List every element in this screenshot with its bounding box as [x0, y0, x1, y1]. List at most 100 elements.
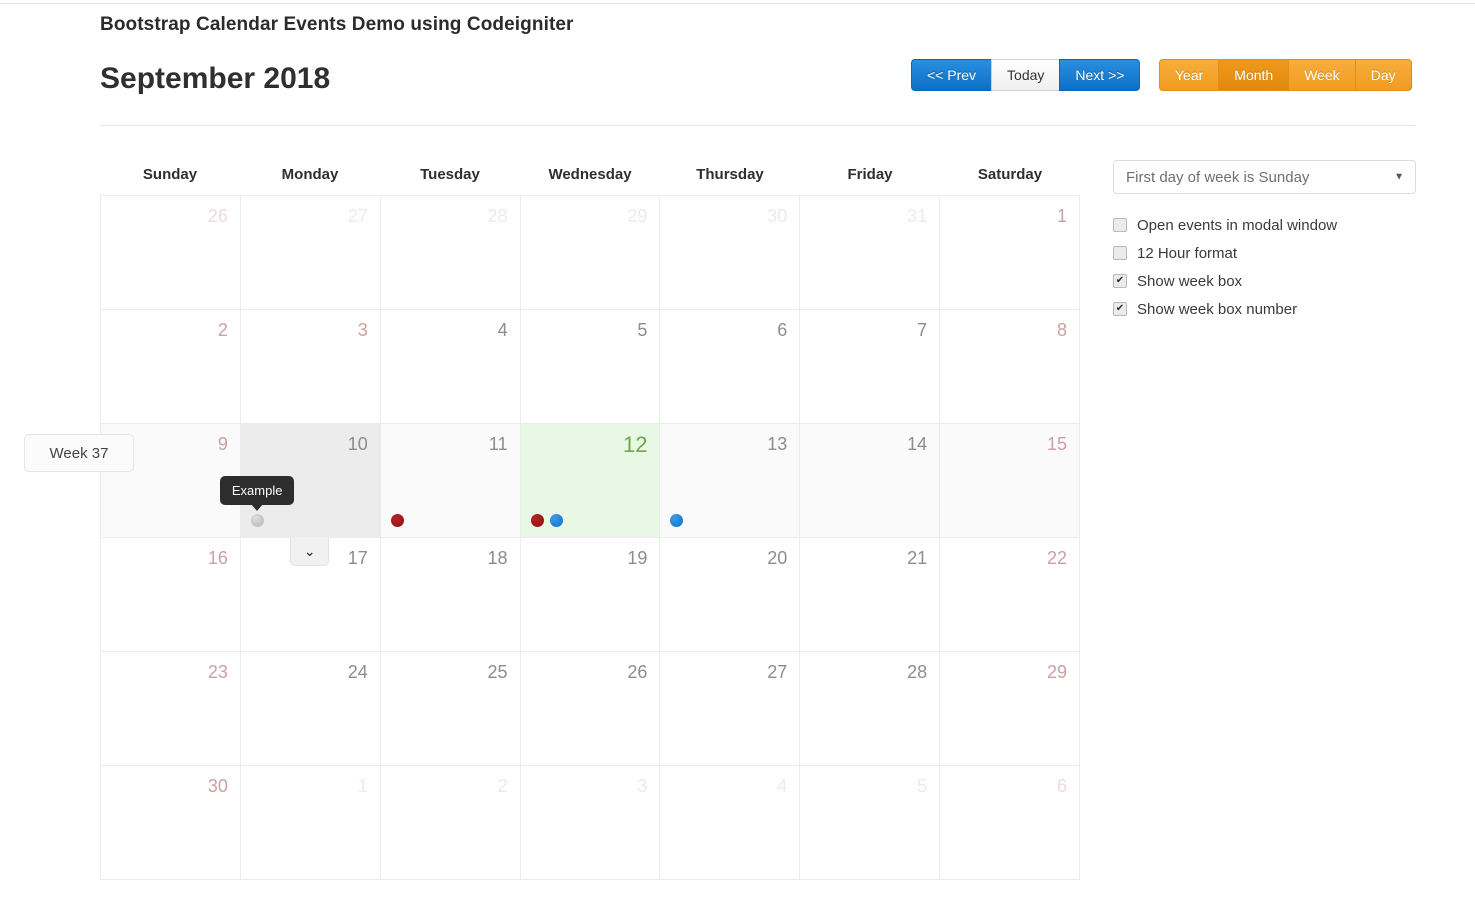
calendar-day-cell[interactable]: 12 — [520, 424, 661, 538]
calendar-day-cell[interactable]: 29 — [520, 196, 661, 310]
day-number: 25 — [487, 662, 508, 682]
calendar-day-cell[interactable]: 31 — [800, 196, 941, 310]
day-number: 1 — [1057, 206, 1068, 226]
calendar-week-row: Week 37 9 10 Example ⌄ 11 12 13 14 15 — [24, 424, 1081, 566]
calendar-day-cell[interactable]: 2 — [101, 310, 241, 424]
day-number: 8 — [1057, 320, 1068, 340]
event-tooltip: Example — [219, 476, 295, 511]
calendar-day-cell[interactable]: 15 — [940, 424, 1081, 538]
checkbox-checked-icon[interactable] — [1113, 274, 1127, 288]
view-month-button[interactable]: Month — [1218, 59, 1289, 91]
day-number: 15 — [1046, 434, 1068, 454]
calendar-day-cell[interactable]: 2 — [380, 766, 521, 880]
next-button[interactable]: Next >> — [1059, 59, 1141, 91]
calendar-day-cell[interactable]: 1 — [940, 196, 1081, 310]
day-number: 31 — [907, 206, 928, 226]
settings-option-row[interactable]: 12 Hour format — [1113, 239, 1418, 267]
settings-option-row[interactable]: Show week box — [1113, 267, 1418, 295]
calendar-day-cell[interactable]: 25 — [380, 652, 521, 766]
day-number: 24 — [347, 662, 368, 682]
calendar-day-cell[interactable]: 30 — [101, 766, 241, 880]
calendar-day-cell[interactable]: 16 — [101, 538, 241, 652]
day-expand-chevron-down-icon[interactable]: ⌄ — [290, 537, 330, 566]
day-number: 1 — [357, 776, 368, 796]
calendar-day-cell[interactable]: 13 — [660, 424, 801, 538]
first-day-of-week-value: First day of week is Sunday — [1126, 168, 1310, 186]
calendar-week-row: 26 27 28 29 30 31 1 — [101, 196, 1081, 310]
day-number: 2 — [217, 320, 228, 340]
day-number: 12 — [622, 432, 648, 457]
top-divider — [0, 3, 1475, 4]
day-number: 27 — [347, 206, 368, 226]
calendar-day-cell[interactable]: 18 — [380, 538, 521, 652]
calendar-day-cell[interactable]: 10 Example ⌄ — [219, 424, 381, 566]
calendar-day-cell[interactable]: 4 — [380, 310, 521, 424]
event-dot-red[interactable] — [530, 514, 544, 527]
first-day-of-week-select[interactable]: First day of week is Sunday ▼ — [1113, 160, 1416, 194]
calendar-grid: 26 27 28 29 30 31 1 2 3 4 5 6 7 8 Week 37 9 10 Example ⌄ 11… — [24, 195, 1081, 880]
calendar-week-row: 16 17 18 19 20 21 22 — [101, 538, 1081, 652]
today-button[interactable]: Today — [991, 59, 1060, 91]
calendar-day-cell[interactable]: 3 — [240, 310, 381, 424]
calendar-day-cell[interactable]: 11 — [380, 424, 521, 538]
day-number: 20 — [767, 548, 788, 568]
checkbox-checked-icon[interactable] — [1113, 302, 1127, 316]
calendar-day-cell[interactable]: 14 — [800, 424, 941, 538]
checkbox-unchecked-icon[interactable] — [1113, 246, 1127, 260]
day-number: 5 — [637, 320, 648, 340]
view-year-button[interactable]: Year — [1159, 59, 1219, 91]
event-dot-blue[interactable] — [670, 514, 684, 527]
day-number: 30 — [207, 776, 228, 796]
calendar-day-cell[interactable]: 5 — [800, 766, 941, 880]
calendar-day-cell[interactable]: 3 — [520, 766, 661, 880]
day-number: 27 — [767, 662, 788, 682]
calendar-day-cell[interactable]: 24 — [240, 652, 381, 766]
calendar-day-cell[interactable]: 4 — [660, 766, 801, 880]
calendar-day-cell[interactable]: 20 — [660, 538, 801, 652]
calendar-day-cell[interactable]: 28 — [800, 652, 941, 766]
calendar-day-cell[interactable]: 23 — [101, 652, 241, 766]
calendar-day-cell[interactable]: 1 — [240, 766, 381, 880]
day-number: 26 — [627, 662, 648, 682]
calendar-week-row: 23 24 25 26 27 28 29 — [101, 652, 1081, 766]
event-dot-red[interactable] — [390, 514, 404, 527]
day-number: 28 — [907, 662, 928, 682]
calendar-nav-group: << Prev Today Next >> — [911, 59, 1141, 91]
day-number: 11 — [488, 434, 508, 454]
calendar-day-cell[interactable]: 30 — [660, 196, 801, 310]
calendar-day-cell[interactable]: 6 — [940, 766, 1081, 880]
event-dot-blue[interactable] — [549, 514, 563, 527]
calendar-day-cell[interactable]: 26 — [101, 196, 241, 310]
day-number: 22 — [1046, 548, 1068, 568]
checkbox-unchecked-icon[interactable] — [1113, 218, 1127, 232]
calendar-day-cell[interactable]: 27 — [660, 652, 801, 766]
calendar-day-cell[interactable]: 6 — [660, 310, 801, 424]
calendar-day-cell[interactable]: 5 — [520, 310, 661, 424]
day-number: 26 — [207, 206, 228, 226]
calendar-day-cell[interactable]: 27 — [240, 196, 381, 310]
day-number: 14 — [907, 434, 928, 454]
view-week-button[interactable]: Week — [1288, 59, 1355, 91]
day-number: 10 — [347, 434, 368, 454]
calendar-day-cell[interactable]: 28 — [380, 196, 521, 310]
day-number: 29 — [1046, 662, 1068, 682]
calendar-day-cell[interactable]: 22 — [940, 538, 1081, 652]
view-day-button[interactable]: Day — [1354, 59, 1412, 91]
calendar-day-header-row: Sunday Monday Tuesday Wednesday Thursday Frid… — [100, 160, 1080, 195]
settings-option-row[interactable]: Open events in modal window — [1113, 211, 1418, 239]
calendar-day-cell[interactable]: 26 — [520, 652, 661, 766]
event-dot-grey[interactable] — [250, 514, 264, 527]
day-header-tuesday: Tuesday — [420, 166, 480, 183]
calendar-day-cell[interactable]: 19 — [520, 538, 661, 652]
calendar-day-cell[interactable]: 8 — [940, 310, 1081, 424]
day-header-monday: Monday — [281, 166, 339, 183]
week-number-badge[interactable]: Week 37 — [24, 434, 134, 472]
calendar-day-cell[interactable]: 7 — [800, 310, 941, 424]
calendar-day-cell[interactable]: 21 — [800, 538, 941, 652]
day-header-wednesday: Wednesday — [548, 166, 632, 183]
event-dot-list — [390, 514, 404, 527]
prev-button[interactable]: << Prev — [911, 59, 992, 91]
settings-option-row[interactable]: Show week box number — [1113, 295, 1418, 323]
calendar-day-cell[interactable]: 29 — [940, 652, 1081, 766]
event-dot-list — [530, 514, 563, 527]
